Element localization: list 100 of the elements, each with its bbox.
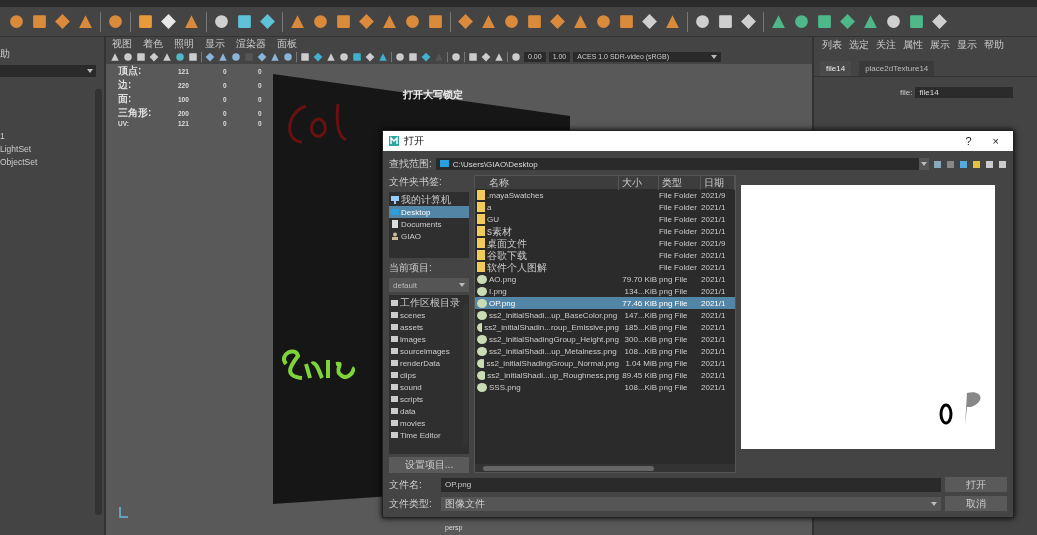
tool-icon[interactable] <box>404 13 421 30</box>
column-header[interactable]: 大小 <box>619 175 659 190</box>
tool-icon[interactable] <box>572 13 589 30</box>
column-header[interactable]: 名称 <box>475 175 619 190</box>
tool-icon[interactable] <box>816 13 833 30</box>
column-header[interactable]: 类型 <box>659 175 701 190</box>
tool-icon[interactable] <box>503 13 520 30</box>
tool-icon[interactable] <box>259 13 276 30</box>
file-row[interactable]: OP.png 77.46 KiB png File 2021/1 <box>475 297 735 309</box>
project-folder[interactable]: clips <box>389 369 463 381</box>
file-row[interactable]: ss2_initialShadi...up_Roughness.png 89.45 KiB png File 2021/1 <box>475 369 735 381</box>
set-project-button[interactable]: 设置项目... <box>389 457 469 473</box>
bookmark-item[interactable]: Desktop <box>389 206 469 218</box>
panel-menu-item[interactable]: 面板 <box>277 36 297 51</box>
file-row[interactable]: 谷歌下载 File Folder 2021/1 <box>475 249 735 261</box>
tool-icon[interactable] <box>54 13 71 30</box>
panel-menu-item[interactable]: 视图 <box>112 36 132 51</box>
menu-item[interactable]: 选定 <box>849 38 869 52</box>
cancel-button[interactable]: 取消 <box>945 496 1007 511</box>
tool-icon[interactable] <box>770 13 787 30</box>
tool-icon[interactable] <box>107 13 124 30</box>
menu-item[interactable]: 属性 <box>903 38 923 52</box>
tool-icon[interactable] <box>289 13 306 30</box>
tool-icon[interactable] <box>694 13 711 30</box>
tool-icon[interactable] <box>526 13 543 30</box>
file-row[interactable]: GU File Folder 2021/1 <box>475 213 735 225</box>
menu-item[interactable]: 关注 <box>876 38 896 52</box>
file-row[interactable]: ss2_initialShadin...roup_Emissive.png 185...KiB png File 2021/1 <box>475 321 735 333</box>
tool-icon[interactable] <box>77 13 94 30</box>
tool-icon[interactable] <box>335 13 352 30</box>
tool-icon[interactable] <box>183 13 200 30</box>
menu-label[interactable]: 助 <box>0 48 10 59</box>
tool-icon[interactable] <box>595 13 612 30</box>
project-folder[interactable]: images <box>389 333 463 345</box>
bookmark-item[interactable]: 我的计算机 <box>389 194 469 206</box>
filetype-dropdown[interactable]: 图像文件 <box>441 496 941 511</box>
file-row[interactable]: s素材 File Folder 2021/1 <box>475 225 735 237</box>
file-row[interactable]: ss2_initialShadi...up_BaseColor.png 147...KiB png File 2021/1 <box>475 309 735 321</box>
outliner-item[interactable]: 1 <box>0 131 95 141</box>
tool-icon[interactable] <box>8 13 25 30</box>
file-row[interactable]: AO.png 79.70 KiB png File 2021/1 <box>475 273 735 285</box>
project-folder[interactable]: scripts <box>389 393 463 405</box>
tool-icon[interactable] <box>740 13 757 30</box>
project-folder[interactable]: Time Editor <box>389 429 463 441</box>
bookmark-item[interactable]: Documents <box>389 218 469 230</box>
file-field[interactable]: file14 <box>915 87 1014 98</box>
project-folder[interactable]: movies <box>389 417 463 429</box>
tool-icon[interactable] <box>236 13 253 30</box>
tool-icon[interactable] <box>160 13 177 30</box>
project-folder[interactable]: scenes <box>389 309 463 321</box>
tool-icon[interactable] <box>664 13 681 30</box>
help-button[interactable]: ? <box>957 135 980 147</box>
tool-icon[interactable] <box>839 13 856 30</box>
file-row[interactable]: I.png 134...KiB png File 2021/1 <box>475 285 735 297</box>
menu-item[interactable]: 帮助 <box>984 38 1004 52</box>
node-tab[interactable]: file14 <box>820 61 852 76</box>
file-row[interactable]: ss2_initialShadingGroup_Height.png 300...KiB png File 2021/1 <box>475 333 735 345</box>
panel-menu-item[interactable]: 渲染器 <box>236 36 266 51</box>
bookmark-item[interactable]: GIAO <box>389 230 469 242</box>
menu-item[interactable]: 展示 <box>930 38 950 52</box>
close-button[interactable]: × <box>984 135 1007 147</box>
tool-icon[interactable] <box>717 13 734 30</box>
tool-icon[interactable] <box>618 13 635 30</box>
file-row[interactable]: .mayaSwatches File Folder 2021/9 <box>475 189 735 201</box>
tool-icon[interactable] <box>137 13 154 30</box>
panel-menu-item[interactable]: 着色 <box>143 36 163 51</box>
open-button[interactable]: 打开 <box>945 477 1007 492</box>
tool-icon[interactable] <box>381 13 398 30</box>
outliner-item[interactable]: LightSet <box>0 144 95 154</box>
project-folder[interactable]: sourceimages <box>389 345 463 357</box>
tool-icon[interactable] <box>793 13 810 30</box>
tool-icon[interactable] <box>885 13 902 30</box>
tool-icon[interactable] <box>931 13 948 30</box>
path-dropdown[interactable]: C:\Users\GIAO\Desktop <box>435 158 929 170</box>
tool-icon[interactable] <box>427 13 444 30</box>
project-folder[interactable]: assets <box>389 321 463 333</box>
outliner-item[interactable]: ObjectSet <box>0 157 95 167</box>
scrollbar[interactable] <box>483 465 654 471</box>
tool-icon[interactable] <box>358 13 375 30</box>
project-dropdown[interactable]: default <box>389 278 469 292</box>
file-row[interactable]: a File Folder 2021/1 <box>475 201 735 213</box>
project-folder[interactable]: data <box>389 405 463 417</box>
project-folder[interactable]: renderData <box>389 357 463 369</box>
tool-icon[interactable] <box>31 13 48 30</box>
tool-icon[interactable] <box>457 13 474 30</box>
node-tab[interactable]: place2dTexture14 <box>859 61 935 76</box>
file-row[interactable]: ss2_initialShadi...up_Metalness.png 108...KiB png File 2021/1 <box>475 345 735 357</box>
tool-icon[interactable] <box>312 13 329 30</box>
tool-icon[interactable] <box>213 13 230 30</box>
tool-icon[interactable] <box>480 13 497 30</box>
filename-field[interactable]: OP.png <box>441 477 941 492</box>
tool-icon[interactable] <box>908 13 925 30</box>
panel-menu-item[interactable]: 照明 <box>174 36 194 51</box>
panel-menu-item[interactable]: 显示 <box>205 36 225 51</box>
file-row[interactable]: 软件个人图解 File Folder 2021/1 <box>475 261 735 273</box>
tool-icon[interactable] <box>641 13 658 30</box>
menu-item[interactable]: 列表 <box>822 38 842 52</box>
project-folder[interactable]: sound <box>389 381 463 393</box>
column-header[interactable]: 日期 <box>701 175 735 190</box>
file-row[interactable]: 桌面文件 File Folder 2021/9 <box>475 237 735 249</box>
